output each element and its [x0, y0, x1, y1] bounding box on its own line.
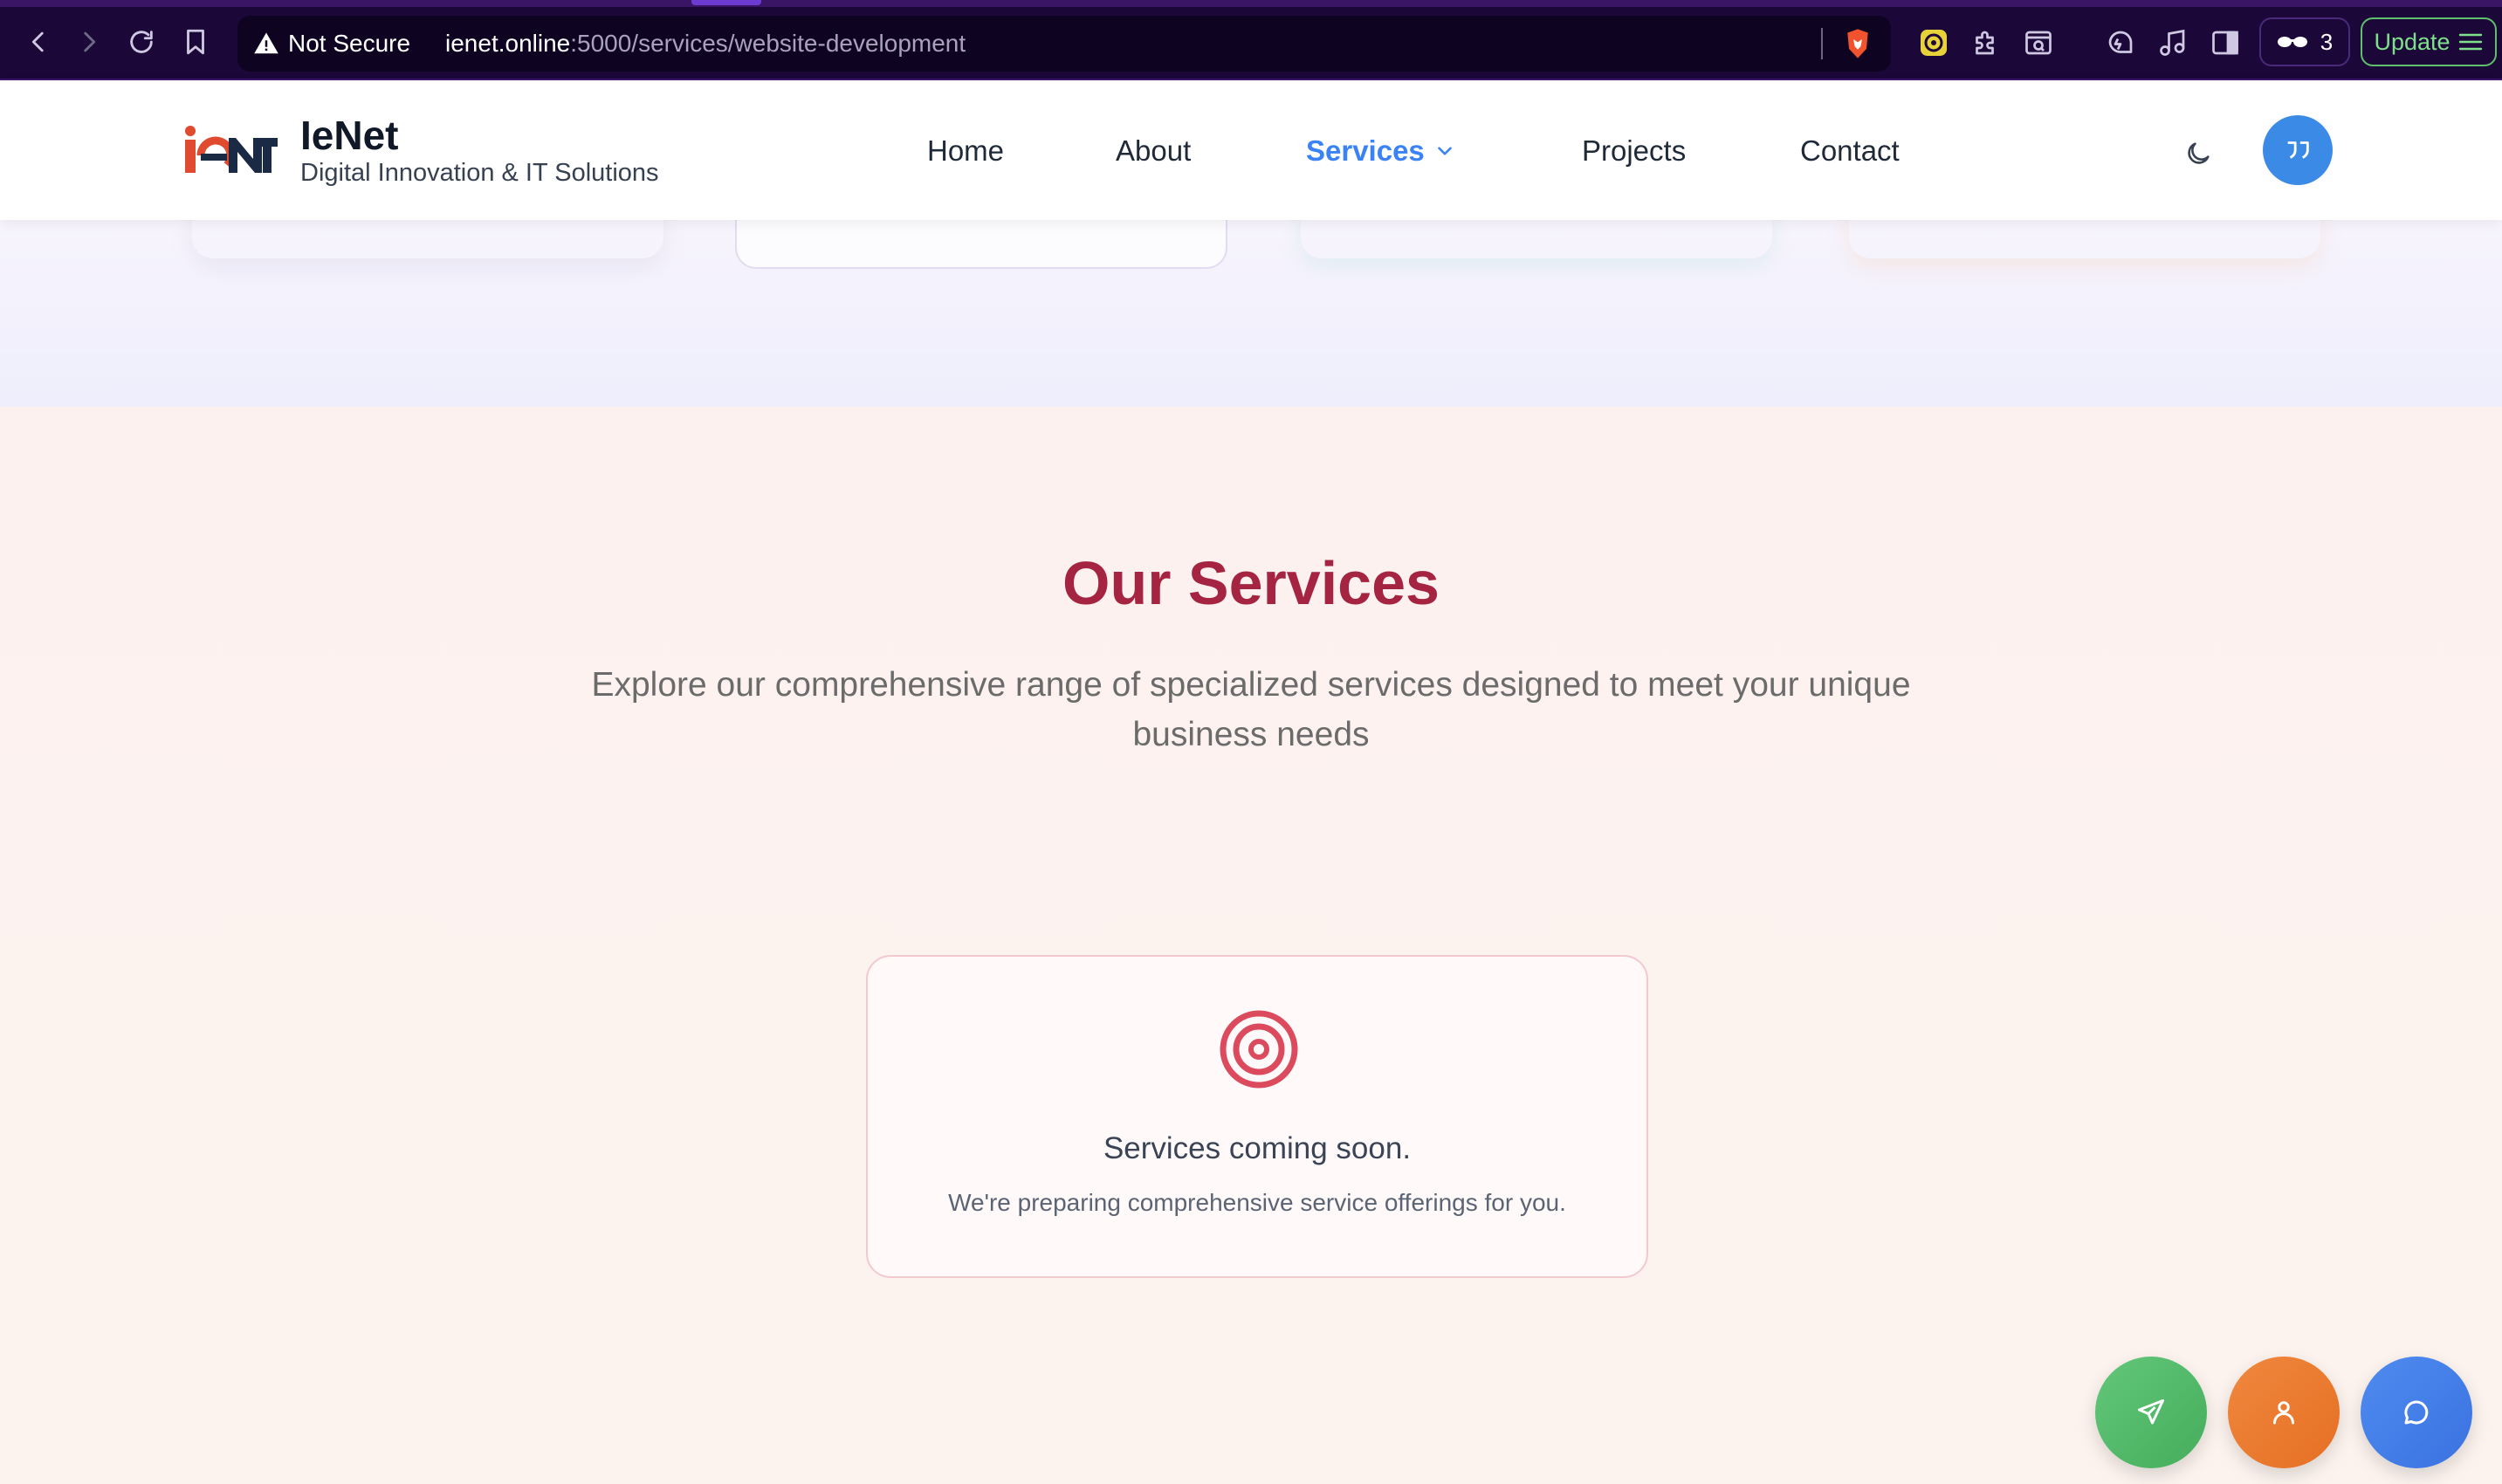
back-icon[interactable] [19, 23, 58, 61]
site-header: IeNet Digital Innovation & IT Solutions … [0, 80, 2502, 220]
ienet-logo[interactable] [182, 119, 278, 180]
forward-icon[interactable] [70, 23, 108, 61]
services-subtitle: Explore our comprehensive range of speci… [591, 666, 1911, 753]
menu-icon [2458, 33, 2482, 51]
glasses-icon [2277, 37, 2307, 47]
security-label: Not Secure [288, 30, 411, 57]
quote-icon [2287, 141, 2309, 159]
url-host: ienet.online [445, 30, 571, 57]
services-title: Our Services [1062, 549, 1440, 617]
extension-rewards-icon[interactable] [1917, 26, 1950, 59]
media-music-icon[interactable] [2156, 26, 2189, 59]
shields-counter[interactable]: 3 [2259, 17, 2350, 66]
send-message-button[interactable] [2095, 1357, 2207, 1468]
user-icon [2273, 1401, 2294, 1425]
update-label: Update [2374, 28, 2450, 55]
chevron-down-icon [1437, 147, 1452, 155]
address-bar-divider [1821, 28, 1823, 59]
services-empty-state-card: Services coming soon. We're preparing co… [866, 955, 1648, 1278]
extensions-puzzle-icon[interactable] [1969, 26, 2003, 59]
moon-icon [2188, 142, 2210, 164]
chat-button[interactable] [2361, 1357, 2472, 1468]
nav-home[interactable]: Home [927, 134, 1004, 168]
nav-contact[interactable]: Contact [1800, 134, 1900, 168]
previous-section [0, 220, 2502, 407]
nav-contact-label: Contact [1800, 134, 1900, 167]
chat-icon [2404, 1400, 2429, 1425]
nav-home-label: Home [927, 134, 1005, 167]
warning-icon [254, 32, 278, 54]
get-quote-button[interactable] [2263, 115, 2333, 185]
brand-name[interactable]: IeNet [300, 112, 398, 159]
brave-shields-icon[interactable] [1840, 26, 1875, 61]
target-icon [1220, 1010, 1298, 1089]
sidebar-toggle-icon[interactable] [2209, 26, 2242, 59]
nav-about[interactable]: About [1116, 134, 1191, 168]
reload-icon[interactable] [122, 23, 161, 61]
nav-services[interactable]: Services [1306, 134, 1456, 168]
active-tab-indicator[interactable] [691, 0, 761, 5]
bookmark-icon[interactable] [176, 23, 215, 61]
shields-count: 3 [2320, 28, 2334, 55]
address-bar[interactable]: Not Secure ienet.online:5000/services/we… [237, 16, 1891, 72]
empty-state-title: Services coming soon. [1103, 1131, 1412, 1165]
nav-projects-label: Projects [1582, 134, 1687, 167]
leo-ai-icon[interactable] [2104, 26, 2137, 59]
send-icon [2138, 1399, 2164, 1425]
nav-about-label: About [1116, 134, 1192, 167]
nav-services-label: Services [1306, 134, 1425, 167]
nav-projects[interactable]: Projects [1582, 134, 1686, 168]
contact-person-button[interactable] [2228, 1357, 2340, 1468]
previous-card [735, 220, 1227, 269]
browser-toolbar: Not Secure ienet.online:5000/services/we… [0, 0, 2502, 80]
brand-tagline: Digital Innovation & IT Solutions [300, 159, 659, 187]
browser-tabstrip-edge [0, 0, 2502, 7]
theme-toggle-button[interactable] [2179, 134, 2217, 173]
url-path: :5000/services/website-development [570, 30, 966, 57]
page-search-icon[interactable] [2022, 26, 2055, 59]
empty-state-text: We're preparing comprehensive service of… [948, 1189, 1566, 1216]
services-section: Our Services Explore our comprehensive r… [0, 407, 2502, 1484]
security-indicator[interactable]: Not Secure [253, 30, 410, 58]
url-text[interactable]: ienet.online:5000/services/website-devel… [445, 30, 966, 58]
update-button[interactable]: Update [2361, 17, 2497, 66]
